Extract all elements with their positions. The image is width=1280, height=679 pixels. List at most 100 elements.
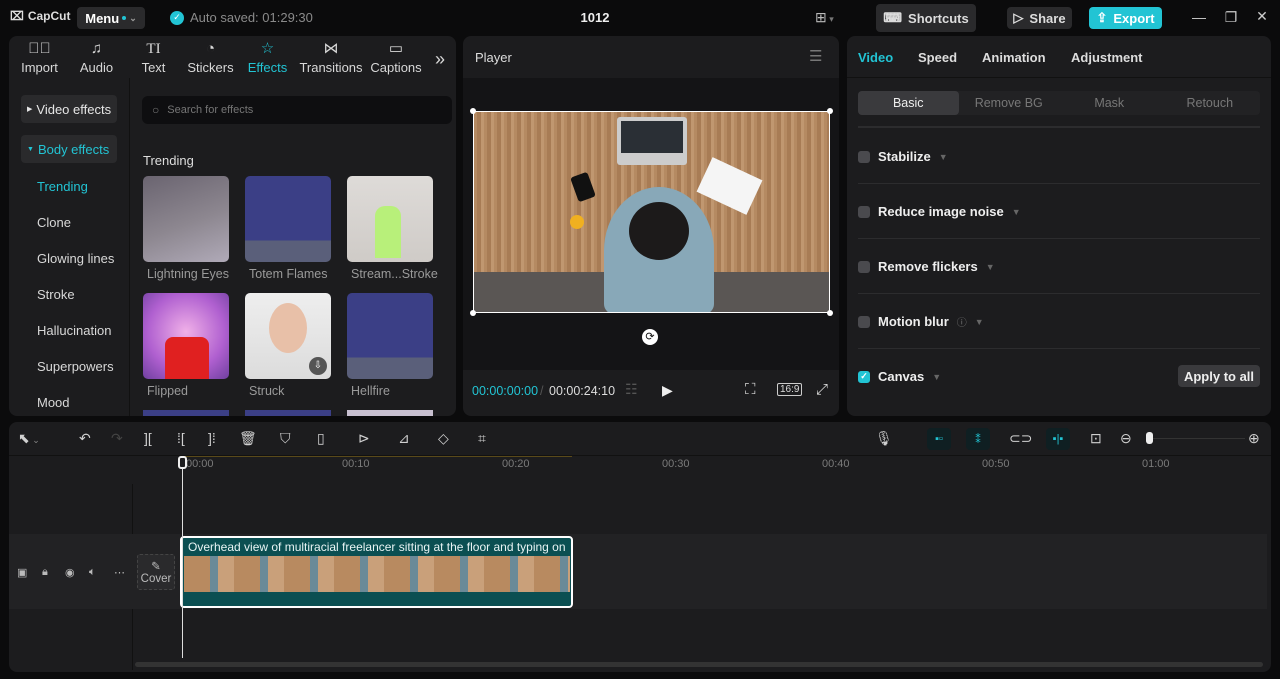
sidebar-item-clone[interactable]: Clone [37, 215, 71, 230]
magnet-main-track-icon[interactable]: ▪▫ [927, 428, 951, 450]
sidebar-item-glowing-lines[interactable]: Glowing lines [37, 251, 114, 266]
share-button[interactable]: ▷ Share [1007, 7, 1072, 29]
more-tabs-icon[interactable]: » [426, 49, 454, 78]
timeline-zoom-fit-icon[interactable]: ⊡ [1090, 430, 1102, 447]
split-icon[interactable]: ][ [144, 430, 152, 446]
caret-down-icon[interactable]: ▼ [986, 262, 995, 272]
resize-handle[interactable] [827, 108, 833, 114]
cover-button[interactable]: ✎ Cover [137, 554, 175, 590]
checkbox[interactable] [858, 150, 870, 163]
tab-import[interactable]: ▶⃞ Import [11, 40, 68, 78]
minimize-button[interactable]: — [1189, 9, 1209, 25]
caret-down-icon[interactable]: ▼ [975, 317, 984, 327]
effects-search-input[interactable] [167, 104, 428, 116]
effect-thumb-flipped[interactable] [143, 293, 229, 379]
tab-effects[interactable]: ☆ Effects [239, 40, 296, 78]
sidebar-item-hallucination[interactable]: Hallucination [37, 323, 111, 338]
eye-icon[interactable]: ◉ [65, 566, 75, 579]
video-clip[interactable]: Overhead view of multiracial freelancer … [180, 536, 573, 608]
effect-thumb-struck[interactable]: ⇩ [245, 293, 331, 379]
close-button[interactable]: ✕ [1252, 8, 1272, 25]
split-left-icon[interactable]: ⁞[ [177, 430, 185, 446]
caret-down-icon[interactable]: ▼ [939, 152, 948, 162]
export-button[interactable]: ⇪ Export [1089, 7, 1162, 29]
resize-handle[interactable] [470, 310, 476, 316]
split-right-icon[interactable]: ]⁞ [208, 430, 216, 446]
zoom-in-icon[interactable]: ⊕ [1248, 430, 1260, 447]
caret-down-icon[interactable]: ▼ [1012, 207, 1021, 217]
option-reduce-noise[interactable]: Reduce image noise ▼ [858, 204, 1021, 219]
video-preview[interactable] [473, 111, 830, 313]
tab-stickers[interactable]: ◔ Stickers [182, 40, 239, 78]
maximize-button[interactable]: ❐ [1221, 9, 1241, 26]
link-icon[interactable]: ⊂⊃ [1009, 430, 1032, 447]
lock-icon[interactable]: 🔒︎ [42, 566, 48, 579]
effect-thumb-stream-stroke[interactable] [347, 176, 433, 262]
sidebar-video-effects[interactable]: ▶ Video effects [21, 95, 117, 123]
caret-down-icon[interactable]: ▼ [932, 372, 941, 382]
effect-thumb-hellfire[interactable] [347, 293, 433, 379]
subtab-basic[interactable]: Basic [858, 91, 959, 115]
zoom-slider-thumb[interactable] [1146, 432, 1153, 444]
microphone-icon[interactable]: 🎙 [875, 430, 893, 447]
reverse-icon[interactable]: ⊳ [358, 430, 370, 447]
subtab-remove-bg[interactable]: Remove BG [959, 91, 1060, 115]
project-title[interactable]: 1012 [560, 10, 630, 25]
effect-thumb-lightning-eyes[interactable] [143, 176, 229, 262]
undo-icon[interactable]: ↶ [79, 430, 91, 447]
sidebar-body-effects[interactable]: ▼ Body effects [21, 135, 117, 163]
sidebar-item-trending[interactable]: Trending [37, 179, 88, 194]
option-motion-blur[interactable]: Motion blur ⓘ ▼ [858, 314, 984, 329]
sidebar-item-superpowers[interactable]: Superpowers [37, 359, 114, 374]
select-tool-icon[interactable]: ⬉ ⌄ [18, 430, 40, 447]
shortcuts-button[interactable]: ⌨ Shortcuts [876, 4, 976, 32]
option-canvas[interactable]: ✓ Canvas ▼ [858, 369, 941, 384]
checkbox-checked[interactable]: ✓ [858, 370, 870, 383]
delete-icon[interactable]: 🗑 [239, 430, 257, 447]
zoom-slider-track[interactable] [1153, 438, 1245, 439]
menu-button[interactable]: Menu ⌄ [77, 7, 145, 29]
zoom-out-icon[interactable]: ⊖ [1120, 430, 1132, 447]
tab-captions[interactable]: ▭ Captions [366, 40, 426, 78]
resize-handle[interactable] [470, 108, 476, 114]
mirror-icon[interactable]: ⊿ [398, 430, 410, 447]
effect-thumb-totem-flames[interactable] [245, 176, 331, 262]
more-icon[interactable]: ⋯ [114, 566, 125, 579]
sidebar-item-mood[interactable]: Mood [37, 395, 70, 410]
playhead-handle[interactable] [178, 456, 187, 469]
zoom-view-icon[interactable]: ⛶ [745, 381, 756, 398]
volume-icon[interactable]: 🔈︎ [89, 566, 96, 579]
tab-adjustment[interactable]: Adjustment [1071, 50, 1143, 65]
apply-to-all-button[interactable]: Apply to all [1178, 365, 1260, 387]
rotate-tool-icon[interactable]: ◇ [438, 430, 449, 447]
subtab-mask[interactable]: Mask [1059, 91, 1160, 115]
tab-animation[interactable]: Animation [982, 50, 1046, 65]
redo-icon[interactable]: ↷ [111, 430, 123, 447]
auto-snap-icon[interactable]: ⁑ [966, 428, 990, 450]
hamburger-icon[interactable]: ☰ [809, 47, 822, 65]
fullscreen-icon[interactable]: ⤢ [816, 381, 828, 398]
play-icon[interactable]: ▶ [662, 382, 673, 399]
effects-search[interactable]: ○ [142, 96, 452, 124]
checkbox[interactable] [858, 315, 870, 328]
tab-transitions[interactable]: ⋈ Transitions [296, 40, 366, 78]
help-icon[interactable]: ⓘ [957, 314, 967, 329]
download-icon[interactable]: ⇩ [309, 357, 327, 375]
checkbox[interactable] [858, 260, 870, 273]
crop-icon[interactable]: ⌗ [478, 430, 486, 447]
preview-axis-icon[interactable]: ▪|▪ [1046, 428, 1070, 450]
playhead[interactable] [182, 458, 183, 658]
marker-icon[interactable]: ⛉ [280, 430, 291, 447]
resize-handle[interactable] [827, 310, 833, 316]
waveform-icon[interactable]: ☷ [625, 381, 638, 398]
freeze-icon[interactable]: ▯ [317, 430, 325, 447]
ratio-button[interactable]: 16:9 [777, 383, 803, 396]
sidebar-item-stroke[interactable]: Stroke [37, 287, 75, 302]
checkbox[interactable] [858, 205, 870, 218]
tab-audio[interactable]: ♫ Audio [68, 40, 125, 78]
tab-speed[interactable]: Speed [918, 50, 957, 65]
tab-text[interactable]: TI Text [125, 40, 182, 78]
horizontal-scrollbar[interactable] [135, 662, 1263, 667]
option-remove-flickers[interactable]: Remove flickers ▼ [858, 259, 995, 274]
subtab-retouch[interactable]: Retouch [1160, 91, 1261, 115]
